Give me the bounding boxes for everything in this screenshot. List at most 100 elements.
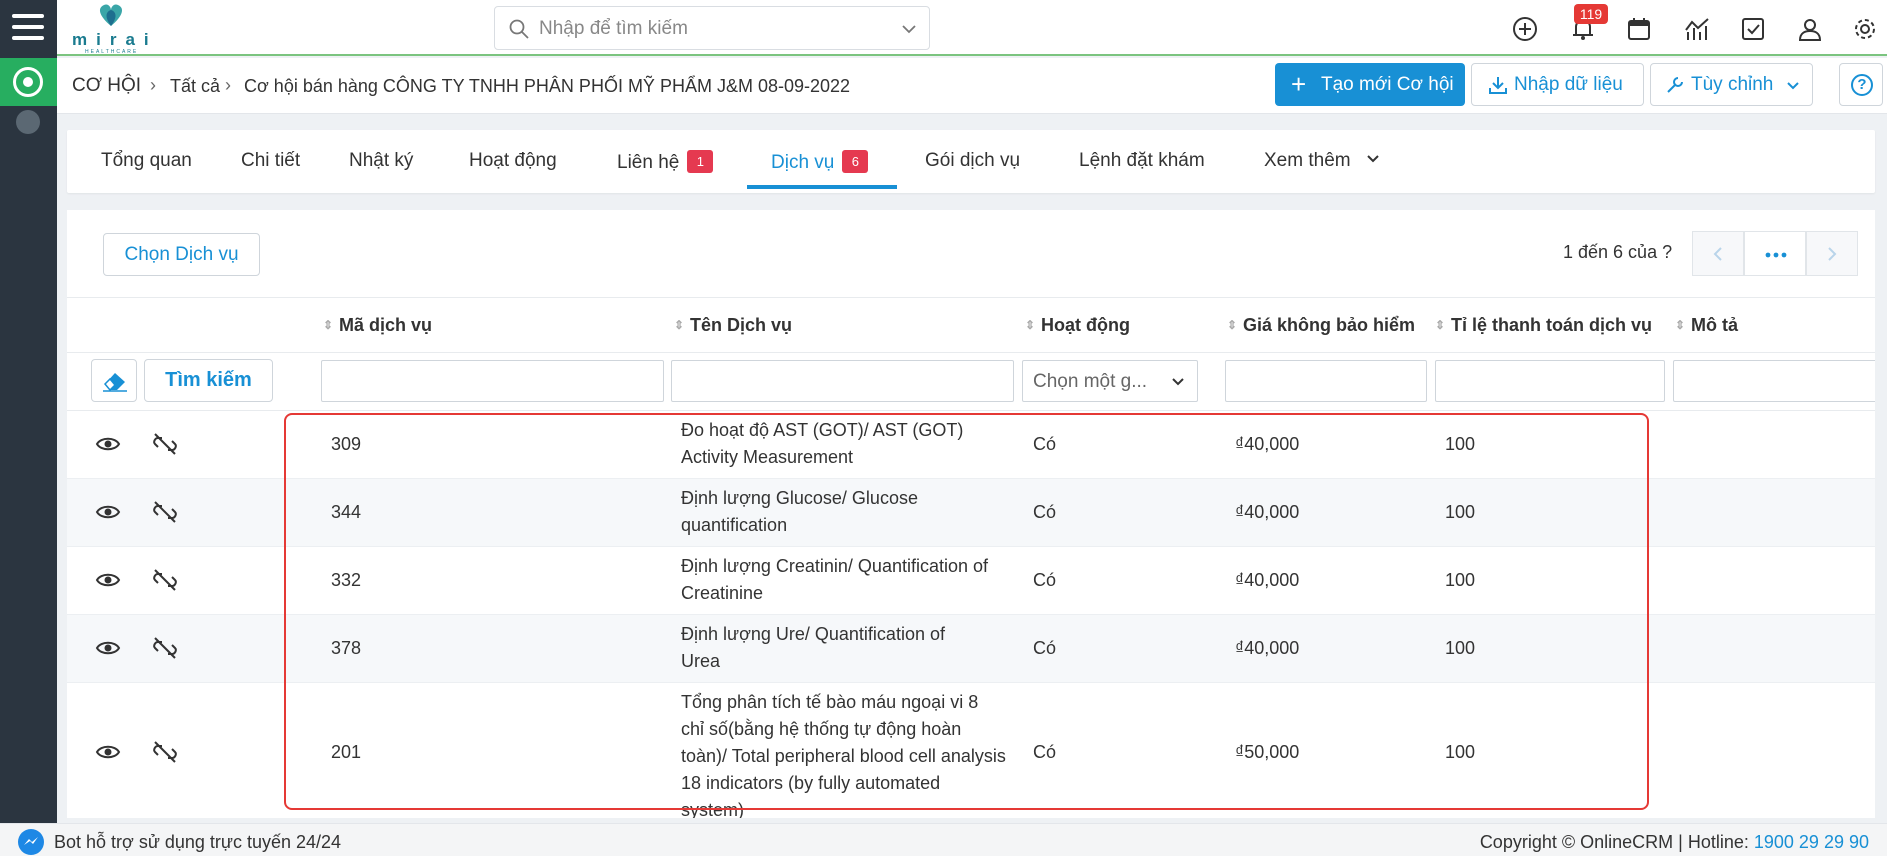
logo-subtitle: HEALTHCARE [85,49,139,55]
logo-word: mirai [72,30,158,49]
calendar-icon[interactable] [1626,16,1652,42]
table-row[interactable]: 309 Đo hoạt độ AST (GOT)/ AST (GOT) Acti… [67,411,1875,479]
tab-overview[interactable]: Tổng quan [101,150,192,172]
service-rate: 100 [1445,570,1476,590]
service-price: ₫40,000 [1235,502,1300,522]
filter-code-input[interactable] [321,360,664,402]
notification-badge: 119 [1574,4,1608,24]
column-header-name[interactable]: ⇕ Tên Dịch vụ [674,315,792,336]
task-check-icon[interactable] [1740,16,1766,42]
tab-service-packages[interactable]: Gói dịch vụ [925,150,1020,172]
search-button[interactable]: Tìm kiếm [144,359,273,402]
user-icon[interactable] [1797,16,1823,42]
bot-support-text[interactable]: Bot hỗ trợ sử dụng trực tuyến 24/24 [54,832,341,853]
tab-services[interactable]: Dịch vụ 6 [771,150,869,174]
sort-icon: ⇕ [323,318,334,332]
sort-icon: ⇕ [1435,318,1446,332]
customize-label: Tùy chỉnh [1691,74,1774,95]
tab-count-badge: 1 [687,150,714,173]
select-placeholder: Chọn một g... [1033,371,1148,392]
sort-icon: ⇕ [1675,318,1686,332]
eye-icon[interactable] [95,567,121,593]
eye-icon[interactable] [95,739,121,765]
record-tabs: Tổng quan Chi tiết Nhật ký Hoạt động Liê… [67,130,1875,193]
table-row[interactable]: 344 Định lượng Glucose/ Glucose quantifi… [67,479,1875,547]
column-header-price[interactable]: ⇕ Giá không bảo hiểm [1227,315,1415,336]
service-name: Đo hoạt độ AST (GOT)/ AST (GOT) Activity… [681,420,964,467]
filter-price-input[interactable] [1225,360,1427,402]
tab-activities[interactable]: Hoạt động [469,150,557,172]
footer: Bot hỗ trợ sử dụng trực tuyến 24/24 Copy… [0,823,1887,856]
column-header-description[interactable]: ⇕ Mô tả [1675,315,1738,336]
service-rate: 100 [1445,742,1476,762]
create-opportunity-button[interactable]: + Tạo mới Cơ hội [1275,63,1465,106]
service-active: Có [1033,742,1057,762]
column-header-active[interactable]: ⇕ Hoạt động [1025,315,1130,336]
service-active: Có [1033,502,1057,522]
chevron-down-icon[interactable] [901,21,917,37]
filter-rate-input[interactable] [1435,360,1665,402]
eye-icon[interactable] [95,635,121,661]
pager-total-unknown: ? [1662,242,1673,262]
opportunity-module-icon[interactable] [0,58,57,106]
tab-contacts[interactable]: Liên hệ 1 [617,150,714,174]
hotline-link[interactable]: 1900 29 29 90 [1754,832,1869,852]
search-input[interactable] [539,15,879,43]
help-button[interactable]: ? [1839,63,1883,106]
filter-description-input[interactable] [1673,360,1875,402]
service-active: Có [1033,570,1057,590]
customize-button[interactable]: Tùy chỉnh [1650,63,1813,106]
import-data-button[interactable]: Nhập dữ liệu [1471,63,1644,106]
chart-icon[interactable] [1684,16,1710,42]
global-search[interactable] [494,6,930,50]
tab-more[interactable]: Xem thêm [1264,150,1380,172]
column-header-code[interactable]: ⇕ Mã dịch vụ [323,315,432,336]
next-page-button[interactable] [1806,231,1858,276]
service-price: ₫40,000 [1235,434,1300,454]
service-active: Có [1033,434,1057,454]
page-options-button[interactable] [1744,231,1806,276]
choose-service-button[interactable]: Chọn Dịch vụ [103,233,260,276]
filter-active-select[interactable]: Chọn một g... [1022,360,1198,402]
add-circle-icon[interactable] [1512,16,1538,42]
breadcrumb-bar: CƠ HỘI › Tất cả › Cơ hội bán hàng CÔNG T… [57,58,1887,114]
tab-log[interactable]: Nhật ký [349,150,413,172]
table-row[interactable]: 378 Định lượng Ure/ Quantification of Ur… [67,615,1875,683]
search-icon [509,19,529,39]
active-tab-indicator [747,185,897,189]
tab-details[interactable]: Chi tiết [241,150,300,172]
unlink-icon[interactable] [152,431,178,457]
service-code: 332 [331,570,362,590]
tab-exam-orders[interactable]: Lệnh đặt khám [1079,150,1205,172]
table-row[interactable]: 201 Tổng phân tích tế bào máu ngoại vi 8… [67,683,1875,818]
settings-badge-icon[interactable] [16,110,40,134]
service-name: Định lượng Creatinin/ Quantification of … [681,556,989,603]
question-icon: ? [1851,74,1873,96]
chevron-right-icon: › [150,75,156,95]
hamburger-menu-icon[interactable] [12,14,44,42]
clear-filter-button[interactable] [91,359,137,402]
unlink-icon[interactable] [152,499,178,525]
breadcrumb-module[interactable]: CƠ HỘI [72,75,141,97]
service-code: 378 [331,638,362,658]
wrench-icon [1667,77,1683,93]
gear-icon[interactable] [1852,16,1878,42]
messenger-icon[interactable] [18,829,44,855]
mirai-logo[interactable]: mirai HEALTHCARE [65,2,149,55]
unlink-icon[interactable] [152,567,178,593]
table-row[interactable]: 332 Định lượng Creatinin/ Quantification… [67,547,1875,615]
chevron-left-icon [1713,247,1722,261]
sort-icon: ⇕ [674,318,685,332]
service-code: 201 [331,742,362,762]
breadcrumb-record: Cơ hội bán hàng CÔNG TY TNHH PHÂN PHỐI M… [244,76,851,96]
unlink-icon[interactable] [152,635,178,661]
eye-icon[interactable] [95,499,121,525]
service-name: Tổng phân tích tế bào máu ngoại vi 8 chỉ… [681,692,1006,818]
eye-icon[interactable] [95,431,121,457]
column-header-rate[interactable]: ⇕ Tỉ lệ thanh toán dịch vụ [1435,315,1652,336]
service-rate: 100 [1445,638,1476,658]
breadcrumb-filter[interactable]: Tất cả [170,76,220,97]
filter-name-input[interactable] [671,360,1014,402]
prev-page-button[interactable] [1692,231,1744,276]
unlink-icon[interactable] [152,739,178,765]
